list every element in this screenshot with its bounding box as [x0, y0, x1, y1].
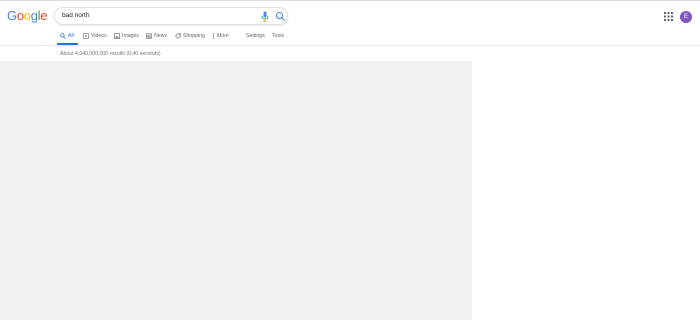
tab-label: Images: [122, 33, 140, 39]
search-box[interactable]: [54, 7, 288, 25]
tab-label: Settings: [246, 33, 265, 39]
top-border: [0, 0, 700, 1]
search-icon: [60, 32, 66, 39]
tab-settings[interactable]: Settings: [246, 32, 265, 44]
account-avatar[interactable]: E: [680, 11, 692, 23]
logo-letter: o: [23, 8, 31, 23]
apps-grid-icon[interactable]: [664, 12, 673, 21]
result-stats: About 4,040,000,000 results (0.40 second…: [60, 51, 161, 57]
logo-letter: e: [40, 8, 48, 23]
tab-label: Videos: [91, 33, 107, 39]
tag-icon: [175, 32, 181, 39]
logo-letter: G: [7, 8, 17, 23]
video-icon: [83, 32, 89, 39]
tab-label: Tools: [272, 33, 285, 39]
microphone-icon[interactable]: [260, 11, 270, 22]
tab-news[interactable]: News: [146, 32, 167, 44]
results-loading-area: [0, 61, 472, 320]
tab-tools[interactable]: Tools: [272, 32, 284, 44]
tab-videos[interactable]: Videos: [83, 32, 107, 44]
tab-label: More: [217, 33, 229, 39]
tab-label: News: [154, 33, 167, 39]
image-icon: [114, 32, 120, 39]
tab-images[interactable]: Images: [114, 32, 139, 44]
logo-letter: o: [16, 8, 24, 23]
search-icon[interactable]: [275, 11, 286, 22]
tab-shopping[interactable]: Shopping: [175, 32, 205, 44]
tab-label: Shopping: [183, 33, 205, 39]
google-logo[interactable]: Google: [7, 8, 47, 23]
logo-letter: g: [30, 8, 38, 23]
search-input[interactable]: [62, 12, 252, 19]
news-icon: [146, 33, 152, 39]
more-vert-icon: [212, 32, 215, 39]
tab-more[interactable]: More: [212, 32, 229, 44]
tab-label: All: [68, 33, 74, 39]
tabs-divider: [0, 45, 700, 46]
